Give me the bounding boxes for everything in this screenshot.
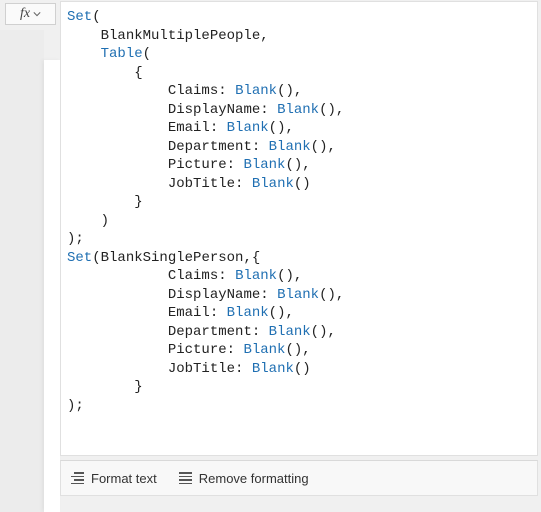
formula-toolbar: Format text Remove formatting: [60, 460, 538, 496]
remove-formatting-label: Remove formatting: [199, 471, 309, 486]
chevron-down-icon: [33, 10, 41, 18]
format-text-label: Format text: [91, 471, 157, 486]
left-gutter: [0, 30, 44, 512]
fx-label: fx: [20, 6, 30, 22]
formula-editor[interactable]: Set( BlankMultiplePeople, Table( { Claim…: [60, 1, 538, 456]
remove-formatting-button[interactable]: Remove formatting: [179, 471, 309, 486]
format-text-icon: [71, 472, 84, 484]
remove-formatting-icon: [179, 472, 192, 484]
code-text: Set( BlankMultiplePeople, Table( { Claim…: [67, 8, 531, 415]
format-text-button[interactable]: Format text: [71, 471, 157, 486]
fx-dropdown[interactable]: fx: [5, 3, 56, 25]
doc-edge: [44, 60, 60, 512]
